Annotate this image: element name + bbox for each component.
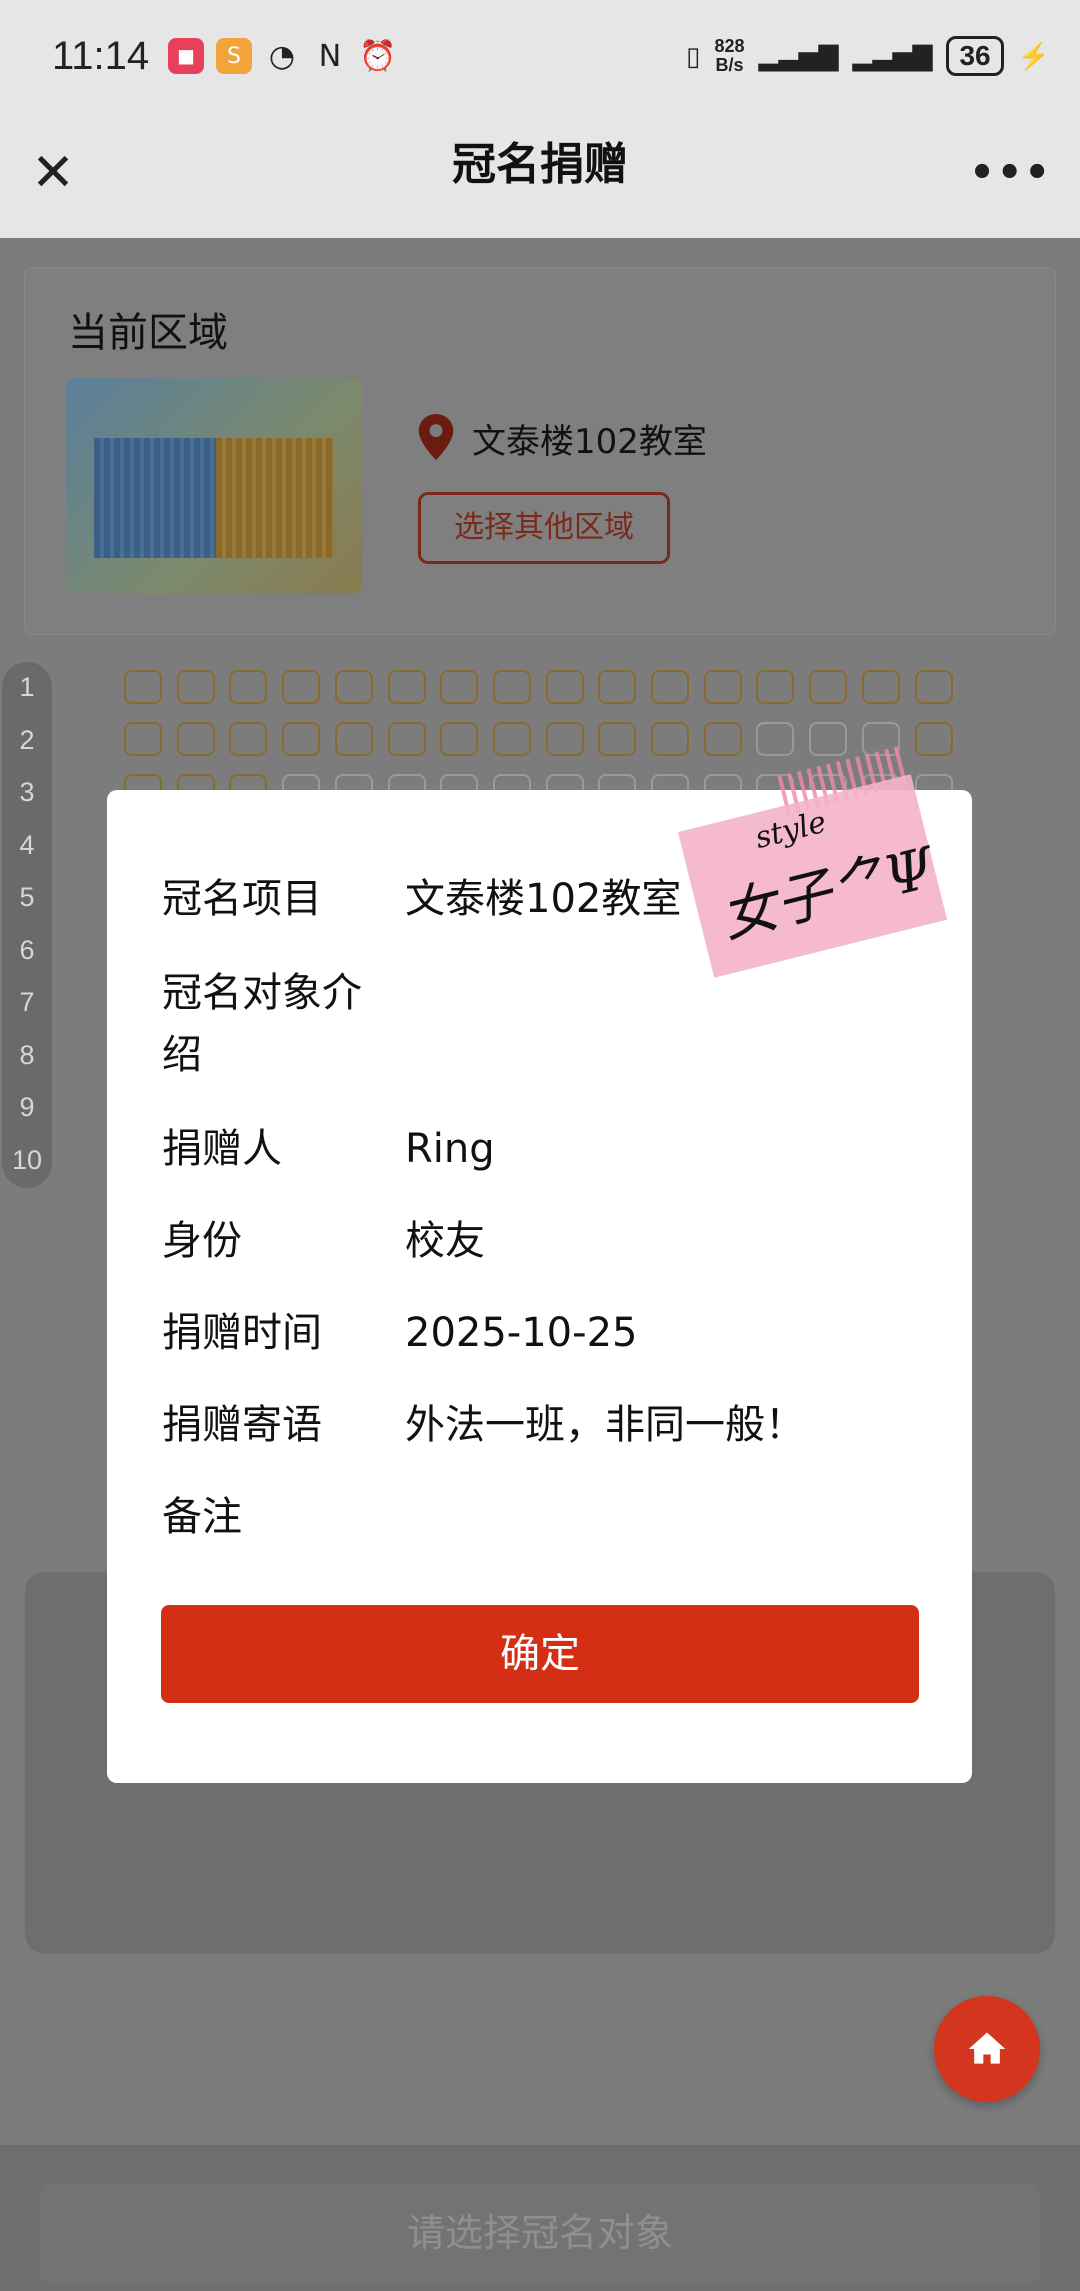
vibrate-icon: ▯ <box>686 40 701 71</box>
field-label: 备注 <box>162 1494 242 1540</box>
seat[interactable] <box>176 670 215 704</box>
nfc-icon: N <box>318 38 342 74</box>
field-label: 身份 <box>162 1218 242 1264</box>
field-value: 文泰楼102教室 <box>405 876 682 922</box>
seat[interactable] <box>282 722 321 756</box>
field-label: 冠名对象介绍 <box>162 970 362 1078</box>
seat[interactable] <box>387 670 426 704</box>
seat[interactable] <box>334 722 373 756</box>
field-label: 冠名项目 <box>162 876 322 922</box>
seat[interactable] <box>440 670 479 704</box>
row-number: 10 <box>11 1144 43 1175</box>
seat[interactable] <box>598 670 637 704</box>
home-icon <box>968 2032 1006 2064</box>
row-number: 7 <box>19 987 35 1017</box>
seat[interactable] <box>334 670 373 704</box>
seat[interactable] <box>492 670 531 704</box>
seat[interactable] <box>756 670 795 704</box>
area-location: 文泰楼102教室 <box>472 422 707 462</box>
row-number: 8 <box>19 1039 35 1070</box>
location-pin-icon <box>418 414 454 460</box>
seat[interactable] <box>861 670 900 704</box>
charging-icon: ⚡ <box>1017 40 1050 71</box>
status-time: 11:14 <box>52 34 150 78</box>
home-button[interactable] <box>934 1996 1040 2102</box>
signal-icon: ▂▃▅▇ <box>758 40 839 71</box>
status-app-icons: ◼ S ◔ N ⏰ <box>168 38 397 74</box>
select-target-button[interactable]: 请选择冠名对象 <box>40 2183 1040 2283</box>
area-thumbnail <box>66 378 362 594</box>
row-number: 3 <box>19 777 35 807</box>
seat[interactable] <box>492 722 531 756</box>
seat[interactable] <box>809 670 848 704</box>
network-speed: 828 B/s <box>714 36 745 75</box>
seat[interactable] <box>440 722 479 756</box>
seat[interactable] <box>914 670 953 704</box>
field-value: 外法一班，非同一般！ <box>405 1402 805 1448</box>
row-number: 4 <box>19 829 35 860</box>
status-right: ▯ 828 B/s ▂▃▅▇ ▂▃▅▇ 36 ⚡ <box>686 36 1050 76</box>
seat[interactable] <box>598 722 637 756</box>
confirm-button[interactable]: 确定 <box>161 1605 919 1703</box>
seat[interactable] <box>229 670 268 704</box>
row-number: 5 <box>19 882 35 912</box>
seat[interactable] <box>651 722 689 756</box>
seat[interactable] <box>124 670 162 704</box>
seat[interactable] <box>545 670 584 704</box>
seat[interactable] <box>703 722 742 756</box>
battery-indicator: 36 <box>946 36 1004 76</box>
field-value: 校友 <box>405 1218 485 1264</box>
wallet-app-icon: S <box>216 38 252 74</box>
seat[interactable] <box>124 722 162 756</box>
row-number: 1 <box>19 672 35 702</box>
row-number: 2 <box>19 724 35 755</box>
alarm-icon: ⏰ <box>359 38 397 74</box>
seat[interactable] <box>229 722 268 756</box>
seat[interactable] <box>651 670 689 704</box>
data-sync-icon: ◔ <box>268 38 296 74</box>
field-value: Ring <box>405 1126 495 1172</box>
more-icon[interactable]: ••• <box>969 150 1052 196</box>
seat[interactable] <box>756 722 795 756</box>
seat[interactable] <box>545 722 584 756</box>
area-heading: 当前区域 <box>68 310 228 356</box>
seat[interactable] <box>914 722 953 756</box>
field-label: 捐赠人 <box>162 1126 282 1172</box>
seat[interactable] <box>176 722 215 756</box>
field-label: 捐赠寄语 <box>162 1402 322 1448</box>
seat[interactable] <box>387 722 426 756</box>
field-label: 捐赠时间 <box>162 1310 322 1356</box>
row-number-bar: 1 2 3 4 5 6 7 8 9 10 <box>2 662 52 1188</box>
signal-icon-2: ▂▃▅▇ <box>852 40 933 71</box>
page-title: 冠名捐赠 <box>452 139 628 190</box>
seat[interactable] <box>703 670 742 704</box>
row-number: 6 <box>19 934 35 965</box>
row-number: 9 <box>19 1092 35 1122</box>
field-value: 2025-10-25 <box>405 1310 638 1356</box>
shopping-app-icon: ◼ <box>168 38 204 74</box>
seat[interactable] <box>809 722 848 756</box>
change-area-button[interactable]: 选择其他区域 <box>418 492 670 564</box>
seat[interactable] <box>282 670 321 704</box>
